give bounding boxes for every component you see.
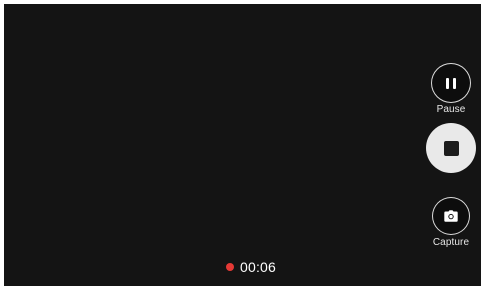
pause-button[interactable] bbox=[431, 63, 471, 103]
capture-label: Capture bbox=[432, 237, 470, 248]
stop-recording-button[interactable] bbox=[426, 123, 476, 173]
elapsed-time: 00:06 bbox=[240, 259, 277, 275]
recording-timer: 00:06 bbox=[226, 259, 276, 275]
pause-label: Pause bbox=[436, 104, 466, 115]
recording-dot-icon bbox=[226, 263, 234, 271]
capture-button[interactable] bbox=[432, 197, 470, 235]
camera-icon bbox=[444, 210, 458, 222]
recording-controls: Pause Capture bbox=[421, 4, 481, 286]
pause-icon bbox=[446, 77, 456, 89]
stop-icon bbox=[443, 140, 459, 156]
camera-viewfinder: Pause Capture 00:06 bbox=[4, 4, 481, 286]
